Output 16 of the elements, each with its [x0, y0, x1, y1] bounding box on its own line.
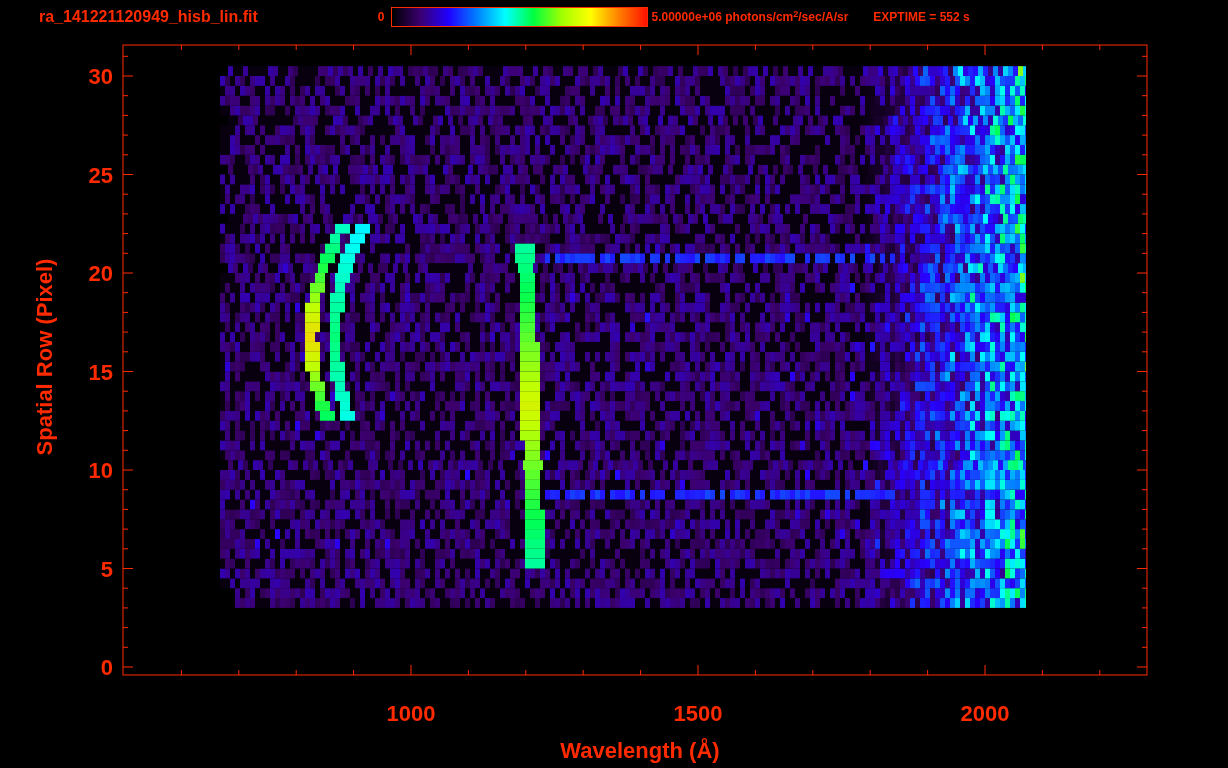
- y-axis-title: Spatial Row (Pixel): [32, 258, 57, 456]
- colorbar-min-label: 0: [377, 9, 385, 26]
- file-name: ra_141221120949_hisb_lin.fit: [39, 7, 258, 27]
- x-tick-label: 2000: [960, 701, 1010, 726]
- exposure-time: EXPTIME = 552 s: [873, 9, 970, 26]
- y-tick-label: 0: [100, 655, 113, 680]
- y-tick-label: 30: [88, 64, 113, 89]
- y-tick-label: 15: [88, 359, 113, 385]
- y-tick-label: 20: [88, 261, 113, 286]
- y-tick-label: 5: [100, 556, 113, 582]
- x-axis-title: Wavelength (Å): [560, 738, 720, 763]
- x-tick-label: 1000: [386, 701, 436, 726]
- y-tick-label: 25: [88, 162, 113, 188]
- x-tick-label: 1500: [673, 701, 723, 726]
- y-tick-label: 10: [88, 458, 113, 483]
- colorbar-max-label: 5.00000e+06 photons/cm$^{2}$/sec/A/sr: [651, 8, 849, 26]
